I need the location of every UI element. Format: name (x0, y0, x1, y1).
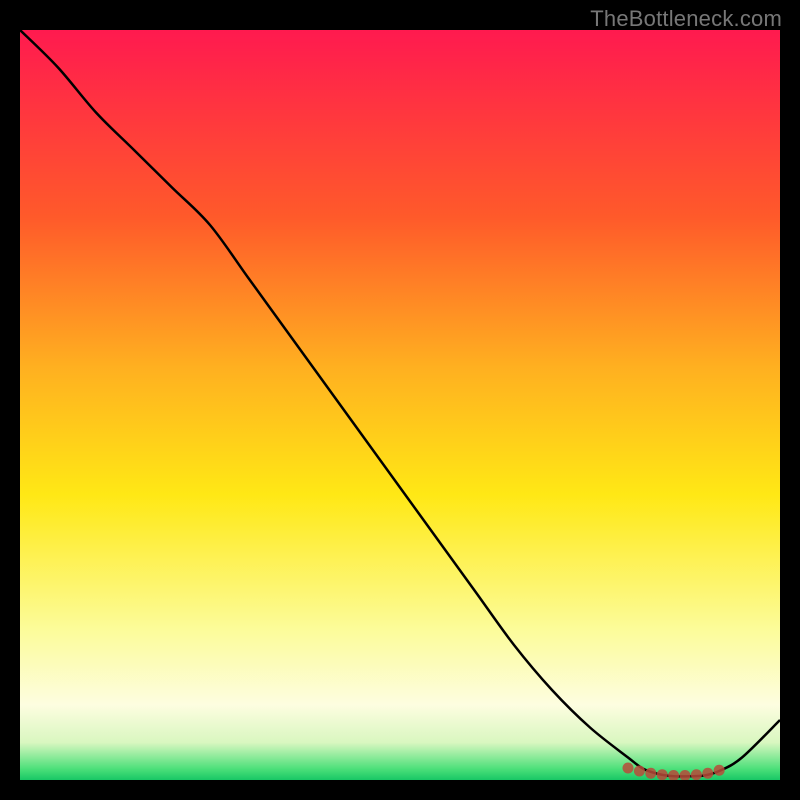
chart-container: TheBottleneck.com (0, 0, 800, 800)
plot-area (20, 30, 780, 780)
background-gradient (20, 30, 780, 780)
watermark-text: TheBottleneck.com (590, 6, 782, 32)
